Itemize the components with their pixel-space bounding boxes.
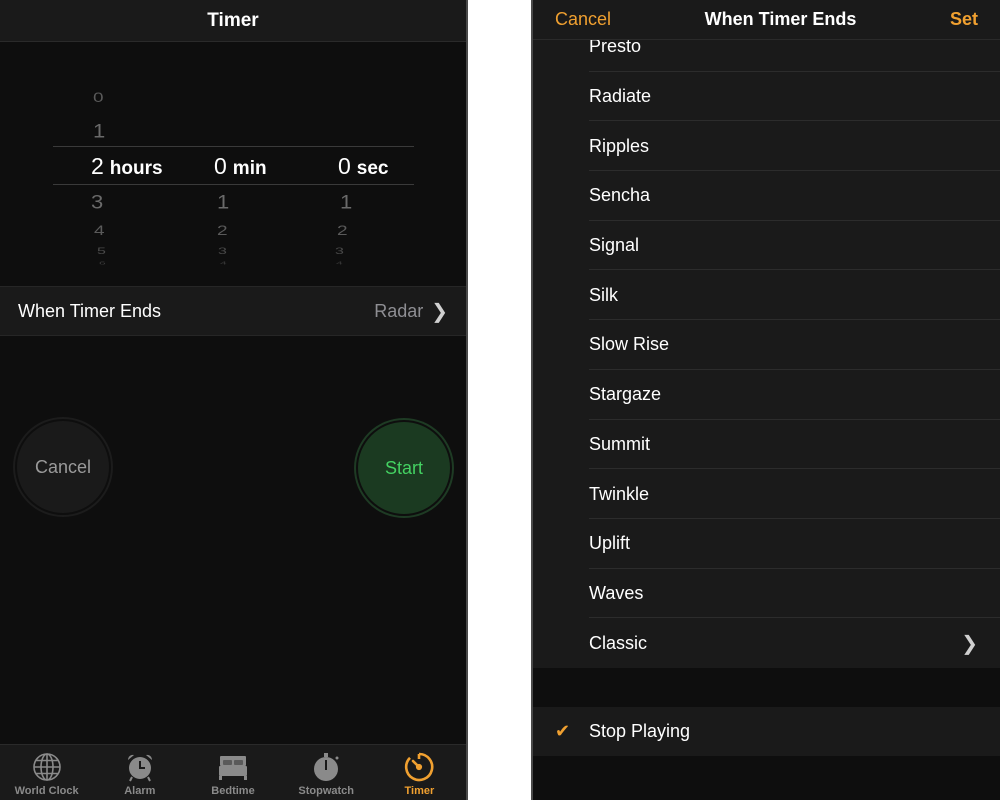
sound-item-signal[interactable]: Signal <box>533 221 1000 271</box>
tab-label: World Clock <box>14 785 79 797</box>
sound-name: Signal <box>589 235 640 256</box>
picker-selection-bottom-line <box>53 184 414 185</box>
sound-item-summit[interactable]: Summit <box>533 420 1000 470</box>
nav-cancel-button[interactable]: Cancel <box>555 9 611 30</box>
seconds-option[interactable]: 4 <box>336 261 343 266</box>
sound-item-sencha[interactable]: Sencha <box>533 171 1000 221</box>
minutes-unit-label: min <box>232 158 267 179</box>
page-title: Timer <box>207 9 259 31</box>
seconds-selected[interactable]: 0 sec <box>338 153 389 180</box>
minutes-option[interactable]: 3 <box>218 247 227 257</box>
tab-world-clock[interactable]: World Clock <box>0 745 93 800</box>
sound-name: Sencha <box>589 185 651 206</box>
sound-name: Radiate <box>589 86 652 107</box>
sound-name: Classic <box>589 632 648 653</box>
sound-item-waves[interactable]: Waves <box>533 569 1000 619</box>
minutes-selected-value: 0 <box>214 153 227 179</box>
nav-set-button[interactable]: Set <box>950 9 978 30</box>
tab-label: Stopwatch <box>298 785 355 797</box>
tab-bar: World Clock Alarm Bedtime Stopwatch Time… <box>0 744 466 800</box>
hours-option[interactable]: 0 <box>93 90 104 107</box>
timer-screen: Timer 0 1 2 hours 3 4 5 6 0 min 1 2 3 4 0s… <box>0 0 468 800</box>
sound-name: Twinkle <box>589 483 650 504</box>
picker-selection-top-line <box>53 146 414 147</box>
cancel-button-label: Cancel <box>34 456 92 477</box>
when-timer-ends-label: When Timer Ends <box>18 300 162 321</box>
tab-alarm[interactable]: Alarm <box>93 745 186 800</box>
tab-label: Alarm <box>124 785 156 797</box>
sound-item-stargaze[interactable]: Stargaze <box>533 370 1000 420</box>
chevron-right-icon: ❯ <box>961 632 978 655</box>
tab-label: Bedtime <box>211 785 255 797</box>
cancel-button[interactable]: Cancel <box>17 421 109 513</box>
tab-stopwatch[interactable]: Stopwatch <box>280 745 373 800</box>
sound-item-radiate[interactable]: Radiate <box>533 72 1000 122</box>
minutes-selected[interactable]: 0 min <box>214 153 267 180</box>
seconds-selected-value: 0 <box>338 153 351 179</box>
start-button[interactable]: Start <box>358 422 450 514</box>
hours-option[interactable]: 4 <box>94 223 105 240</box>
sound-item-silk[interactable]: Silk <box>533 270 1000 320</box>
hours-option[interactable]: 6 <box>99 261 106 266</box>
page-title: When Timer Ends <box>704 9 857 29</box>
sound-name: Silk <box>589 284 619 305</box>
sound-name: Uplift <box>589 533 631 554</box>
sound-item-classic[interactable]: Classic ❯ <box>533 618 1000 668</box>
alarm-clock-icon <box>127 754 152 782</box>
seconds-option[interactable]: 2 <box>337 223 348 240</box>
seconds-option[interactable]: 1 <box>340 190 352 213</box>
start-button-label: Start <box>384 457 423 478</box>
timer-icon <box>405 752 434 782</box>
tab-timer[interactable]: Timer <box>373 745 466 800</box>
sound-name: Waves <box>589 582 644 603</box>
hours-selected-value: 2 <box>91 153 104 179</box>
minutes-option[interactable]: 2 <box>217 223 228 240</box>
sound-name: Slow Rise <box>589 334 670 355</box>
chevron-right-icon: ❯ <box>431 300 448 323</box>
checkmark-icon: ✔ <box>555 721 571 741</box>
hours-unit-label: hours <box>109 158 163 179</box>
hours-selected[interactable]: 2 hours <box>91 153 163 180</box>
sound-list: Presto Radiate Ripples Sencha Signal Sil… <box>533 22 1000 668</box>
seconds-option[interactable]: 3 <box>335 247 344 257</box>
tab-label: Timer <box>404 785 435 797</box>
globe-icon <box>32 753 61 781</box>
stop-playing-row[interactable]: ✔ Stop Playing <box>533 707 1000 756</box>
minutes-option[interactable]: 1 <box>217 190 229 213</box>
selected-sound-value: Radar <box>374 300 424 321</box>
sound-name: Ripples <box>589 135 650 156</box>
stopwatch-icon <box>314 753 339 781</box>
minutes-option[interactable]: 4 <box>220 261 227 266</box>
sound-item-slow-rise[interactable]: Slow Rise <box>533 320 1000 370</box>
duration-picker[interactable]: 0 1 2 hours 3 4 5 6 0 min 1 2 3 4 0 sec 1 2… <box>0 43 466 285</box>
when-timer-ends-row[interactable]: When Timer Ends Radar ❯ <box>0 286 466 336</box>
tab-bedtime[interactable]: Bedtime <box>186 745 279 800</box>
nav-bar: Timer <box>0 0 466 42</box>
sound-item-ripples[interactable]: Ripples <box>533 121 1000 171</box>
nav-bar: Cancel When Timer Ends Set <box>533 0 1000 40</box>
sound-item-twinkle[interactable]: Twinkle <box>533 469 1000 519</box>
stop-playing-label: Stop Playing <box>589 721 691 741</box>
hours-option[interactable]: 5 <box>97 247 106 257</box>
sound-item-uplift[interactable]: Uplift <box>533 519 1000 569</box>
sound-name: Summit <box>589 433 651 454</box>
seconds-unit-label: sec <box>356 158 389 179</box>
sound-name: Stargaze <box>589 384 662 405</box>
when-timer-ends-screen: Presto Radiate Ripples Sencha Signal Sil… <box>531 0 1000 800</box>
hours-option[interactable]: 1 <box>93 119 105 142</box>
hours-option[interactable]: 3 <box>91 190 103 213</box>
bed-icon <box>219 756 247 780</box>
